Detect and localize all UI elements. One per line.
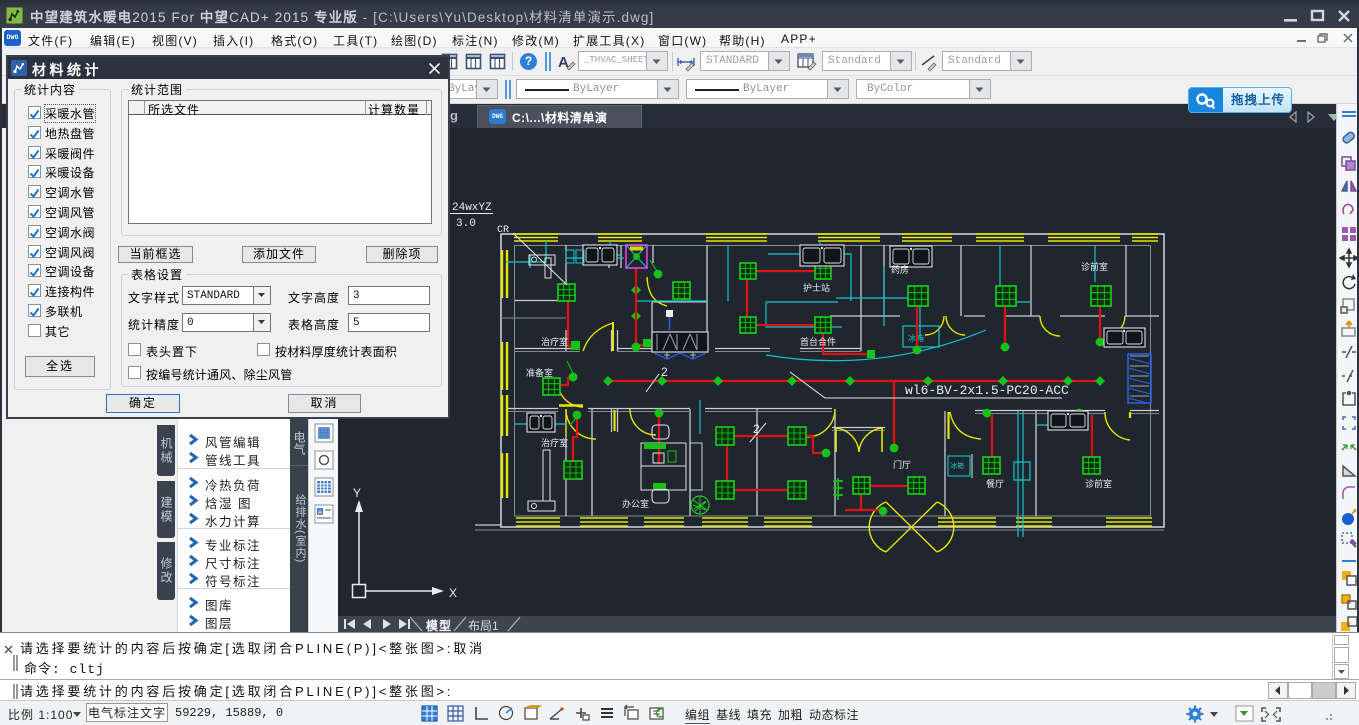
svg-text:2: 2 xyxy=(753,422,760,436)
svg-text:餐厅: 餐厅 xyxy=(986,478,1004,489)
svg-text:X: X xyxy=(449,586,457,600)
svg-text:治疗室: 治疗室 xyxy=(541,336,568,347)
svg-text:诊前室: 诊前室 xyxy=(1081,261,1108,272)
svg-text:冰箱: 冰箱 xyxy=(950,461,964,470)
svg-text:Y: Y xyxy=(353,486,361,500)
svg-text:办公室: 办公室 xyxy=(622,498,649,509)
svg-text:护士站: 护士站 xyxy=(803,282,830,293)
svg-text:A: A xyxy=(318,511,322,517)
svg-text:2: 2 xyxy=(661,365,668,379)
svg-text:治疗室: 治疗室 xyxy=(541,437,568,448)
svg-text:首台合件: 首台合件 xyxy=(800,336,836,347)
svg-text:门厅: 门厅 xyxy=(893,459,911,470)
svg-text:诊前室: 诊前室 xyxy=(1085,478,1112,489)
svg-text:wl6-BV-2x1.5-PC20-ACC: wl6-BV-2x1.5-PC20-ACC xyxy=(905,383,1069,398)
svg-text:药房: 药房 xyxy=(891,264,909,275)
svg-text:准备室: 准备室 xyxy=(526,367,553,378)
svg-text:3.0: 3.0 xyxy=(456,218,476,230)
svg-text:CR: CR xyxy=(497,225,509,236)
svg-text:24wxYZ: 24wxYZ xyxy=(452,202,492,214)
